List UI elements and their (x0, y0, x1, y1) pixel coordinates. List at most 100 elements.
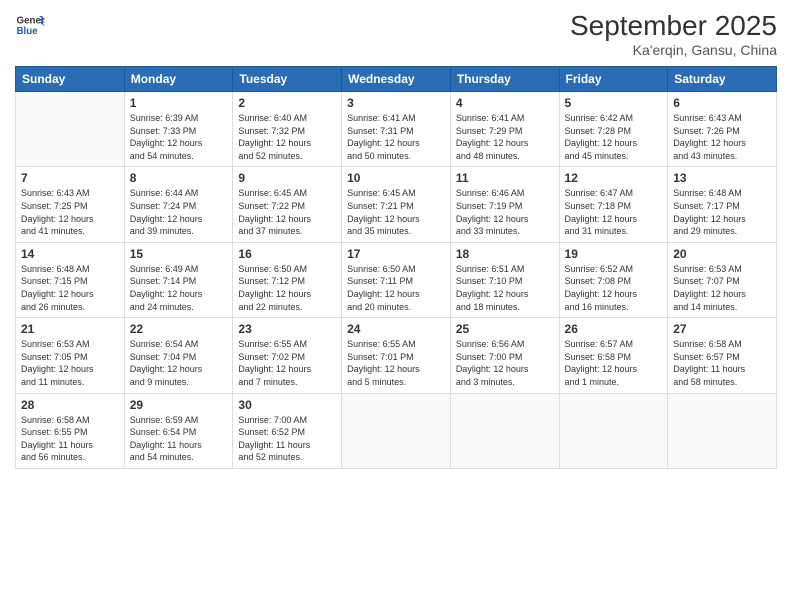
day-info: Sunrise: 6:49 AMSunset: 7:14 PMDaylight:… (130, 263, 228, 313)
month-title: September 2025 (570, 10, 777, 42)
calendar-day: 13Sunrise: 6:48 AMSunset: 7:17 PMDayligh… (668, 167, 777, 242)
day-number: 18 (456, 247, 554, 261)
calendar-day: 2Sunrise: 6:40 AMSunset: 7:32 PMDaylight… (233, 92, 342, 167)
day-number: 19 (565, 247, 663, 261)
day-info: Sunrise: 6:39 AMSunset: 7:33 PMDaylight:… (130, 112, 228, 162)
day-number: 17 (347, 247, 445, 261)
calendar-day: 21 Sunrise: 6:53 AMSunset: 7:05 PMDayligh… (16, 318, 125, 393)
calendar-week-5: 28 Sunrise: 6:58 AMSunset: 6:55 PMDayligh… (16, 393, 777, 468)
calendar-table: Sunday Monday Tuesday Wednesday Thursday… (15, 66, 777, 469)
day-number: 28 (21, 398, 119, 412)
calendar-week-1: 1 Sunrise: 6:39 AMSunset: 7:33 PMDaylight… (16, 92, 777, 167)
day-number: 26 (565, 322, 663, 336)
calendar-day: 1 Sunrise: 6:39 AMSunset: 7:33 PMDaylight… (124, 92, 233, 167)
calendar-day: 19 Sunrise: 6:52 AMSunset: 7:08 PMDayligh… (559, 242, 668, 317)
day-info: Sunrise: 6:54 AMSunset: 7:04 PMDaylight:… (130, 338, 228, 388)
day-info: Sunrise: 6:51 AMSunset: 7:10 PMDaylight:… (456, 263, 554, 313)
day-number: 24 (347, 322, 445, 336)
day-number: 4 (456, 96, 554, 110)
day-number: 20 (673, 247, 771, 261)
day-number: 21 (21, 322, 119, 336)
title-block: September 2025 Ka'erqin, Gansu, China (570, 10, 777, 58)
calendar-day: 28 Sunrise: 6:58 AMSunset: 6:55 PMDayligh… (16, 393, 125, 468)
day-number: 23 (238, 322, 336, 336)
day-number: 22 (130, 322, 228, 336)
header: General Blue September 2025 Ka'erqin, Ga… (15, 10, 777, 58)
day-info: Sunrise: 6:47 AMSunset: 7:18 PMDaylight:… (565, 187, 663, 237)
calendar-day: 5Sunrise: 6:42 AMSunset: 7:28 PMDaylight… (559, 92, 668, 167)
day-number: 11 (456, 171, 554, 185)
calendar-day (450, 393, 559, 468)
header-thursday: Thursday (450, 67, 559, 92)
day-number: 16 (238, 247, 336, 261)
day-number: 8 (130, 171, 228, 185)
day-info: Sunrise: 6:42 AMSunset: 7:28 PMDaylight:… (565, 112, 663, 162)
logo: General Blue (15, 10, 45, 40)
day-info: Sunrise: 6:58 AMSunset: 6:57 PMDaylight:… (673, 338, 771, 388)
calendar-day: 8 Sunrise: 6:44 AMSunset: 7:24 PMDaylight… (124, 167, 233, 242)
day-info: Sunrise: 6:55 AMSunset: 7:02 PMDaylight:… (238, 338, 336, 388)
day-info: Sunrise: 6:41 AMSunset: 7:29 PMDaylight:… (456, 112, 554, 162)
calendar-day: 4 Sunrise: 6:41 AMSunset: 7:29 PMDaylight… (450, 92, 559, 167)
day-number: 9 (238, 171, 336, 185)
calendar-day: 9 Sunrise: 6:45 AMSunset: 7:22 PMDaylight… (233, 167, 342, 242)
header-tuesday: Tuesday (233, 67, 342, 92)
calendar-day: 23 Sunrise: 6:55 AMSunset: 7:02 PMDayligh… (233, 318, 342, 393)
day-info: Sunrise: 6:59 AMSunset: 6:54 PMDaylight:… (130, 414, 228, 464)
day-info: Sunrise: 6:53 AMSunset: 7:07 PMDaylight:… (673, 263, 771, 313)
calendar-day (668, 393, 777, 468)
calendar-week-3: 14Sunrise: 6:48 AMSunset: 7:15 PMDayligh… (16, 242, 777, 317)
calendar-day: 3Sunrise: 6:41 AMSunset: 7:31 PMDaylight… (342, 92, 451, 167)
day-number: 25 (456, 322, 554, 336)
day-info: Sunrise: 6:43 AMSunset: 7:25 PMDaylight:… (21, 187, 119, 237)
calendar-day: 18 Sunrise: 6:51 AMSunset: 7:10 PMDayligh… (450, 242, 559, 317)
calendar-header-row: Sunday Monday Tuesday Wednesday Thursday… (16, 67, 777, 92)
calendar-day: 27 Sunrise: 6:58 AMSunset: 6:57 PMDayligh… (668, 318, 777, 393)
calendar-day: 24 Sunrise: 6:55 AMSunset: 7:01 PMDayligh… (342, 318, 451, 393)
calendar-day: 22 Sunrise: 6:54 AMSunset: 7:04 PMDayligh… (124, 318, 233, 393)
day-info: Sunrise: 6:44 AMSunset: 7:24 PMDaylight:… (130, 187, 228, 237)
day-info: Sunrise: 6:52 AMSunset: 7:08 PMDaylight:… (565, 263, 663, 313)
calendar-week-2: 7Sunrise: 6:43 AMSunset: 7:25 PMDaylight… (16, 167, 777, 242)
day-number: 10 (347, 171, 445, 185)
svg-text:Blue: Blue (17, 26, 39, 37)
day-info: Sunrise: 6:45 AMSunset: 7:21 PMDaylight:… (347, 187, 445, 237)
calendar-day: 7Sunrise: 6:43 AMSunset: 7:25 PMDaylight… (16, 167, 125, 242)
calendar-day: 29 Sunrise: 6:59 AMSunset: 6:54 PMDayligh… (124, 393, 233, 468)
calendar-day: 30 Sunrise: 7:00 AMSunset: 6:52 PMDayligh… (233, 393, 342, 468)
calendar-day (16, 92, 125, 167)
day-info: Sunrise: 6:43 AMSunset: 7:26 PMDaylight:… (673, 112, 771, 162)
calendar-day: 6 Sunrise: 6:43 AMSunset: 7:26 PMDaylight… (668, 92, 777, 167)
day-info: Sunrise: 6:55 AMSunset: 7:01 PMDaylight:… (347, 338, 445, 388)
calendar-day: 15Sunrise: 6:49 AMSunset: 7:14 PMDayligh… (124, 242, 233, 317)
calendar-day (342, 393, 451, 468)
header-sunday: Sunday (16, 67, 125, 92)
calendar-day (559, 393, 668, 468)
calendar-day: 10 Sunrise: 6:45 AMSunset: 7:21 PMDayligh… (342, 167, 451, 242)
header-wednesday: Wednesday (342, 67, 451, 92)
header-saturday: Saturday (668, 67, 777, 92)
day-info: Sunrise: 6:40 AMSunset: 7:32 PMDaylight:… (238, 112, 336, 162)
calendar-day: 26Sunrise: 6:57 AMSunset: 6:58 PMDayligh… (559, 318, 668, 393)
day-number: 1 (130, 96, 228, 110)
day-info: Sunrise: 6:58 AMSunset: 6:55 PMDaylight:… (21, 414, 119, 464)
day-number: 6 (673, 96, 771, 110)
day-info: Sunrise: 6:45 AMSunset: 7:22 PMDaylight:… (238, 187, 336, 237)
day-number: 30 (238, 398, 336, 412)
day-info: Sunrise: 7:00 AMSunset: 6:52 PMDaylight:… (238, 414, 336, 464)
calendar-week-4: 21 Sunrise: 6:53 AMSunset: 7:05 PMDayligh… (16, 318, 777, 393)
day-info: Sunrise: 6:50 AMSunset: 7:12 PMDaylight:… (238, 263, 336, 313)
calendar-day: 16 Sunrise: 6:50 AMSunset: 7:12 PMDayligh… (233, 242, 342, 317)
calendar-day: 11 Sunrise: 6:46 AMSunset: 7:19 PMDayligh… (450, 167, 559, 242)
day-number: 14 (21, 247, 119, 261)
day-info: Sunrise: 6:46 AMSunset: 7:19 PMDaylight:… (456, 187, 554, 237)
calendar-day: 14Sunrise: 6:48 AMSunset: 7:15 PMDayligh… (16, 242, 125, 317)
day-number: 29 (130, 398, 228, 412)
day-info: Sunrise: 6:50 AMSunset: 7:11 PMDaylight:… (347, 263, 445, 313)
day-number: 27 (673, 322, 771, 336)
header-friday: Friday (559, 67, 668, 92)
calendar-day: 25Sunrise: 6:56 AMSunset: 7:00 PMDayligh… (450, 318, 559, 393)
page: General Blue September 2025 Ka'erqin, Ga… (0, 0, 792, 612)
day-info: Sunrise: 6:53 AMSunset: 7:05 PMDaylight:… (21, 338, 119, 388)
calendar-day: 20 Sunrise: 6:53 AMSunset: 7:07 PMDayligh… (668, 242, 777, 317)
